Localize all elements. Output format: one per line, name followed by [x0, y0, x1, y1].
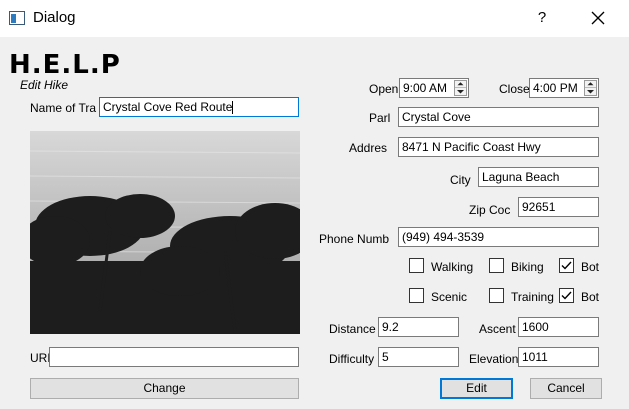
spin-up-icon[interactable]	[455, 81, 466, 88]
difficulty-label: Difficulty	[329, 352, 375, 366]
trail-name-value: Crystal Cove Red Route	[103, 100, 233, 114]
biking-checkbox[interactable]	[489, 258, 504, 273]
ascent-input[interactable]: 1600	[518, 317, 599, 337]
open-time-value: 9:00 AM	[403, 81, 448, 95]
scenic-label: Scenic	[431, 290, 468, 304]
help-button[interactable]: ?	[530, 7, 554, 29]
address-label: Addres	[349, 141, 388, 155]
both2-label: Bot	[581, 290, 600, 304]
spin-up-icon[interactable]	[585, 81, 596, 88]
trail-name-label: Name of Tra	[30, 101, 97, 115]
scenic-checkbox[interactable]	[409, 288, 424, 303]
close-time-stepper[interactable]	[584, 80, 597, 96]
training-checkbox[interactable]	[489, 288, 504, 303]
window-title: Dialog	[33, 9, 76, 26]
close-button[interactable]	[583, 5, 613, 31]
zip-label: Zip Coc	[469, 203, 511, 217]
walking-label: Walking	[431, 260, 474, 274]
training-label: Training	[511, 290, 554, 304]
elevation-input[interactable]: 1011	[518, 347, 599, 367]
biking-label: Biking	[511, 260, 544, 274]
text-caret	[232, 101, 234, 115]
park-input[interactable]: Crystal Cove	[398, 107, 599, 127]
trail-name-input[interactable]: Crystal Cove Red Route	[99, 97, 299, 117]
elevation-label: Elevation	[469, 352, 519, 366]
walking-checkbox[interactable]	[409, 258, 424, 273]
app-logo: H.E.L.P	[9, 50, 121, 80]
open-time-stepper[interactable]	[454, 80, 467, 96]
page-subtitle: Edit Hike	[20, 78, 69, 92]
close-icon	[591, 11, 605, 25]
both2-checkbox[interactable]	[559, 288, 574, 303]
open-label: Open	[369, 82, 399, 96]
both-label: Bot	[581, 260, 600, 274]
difficulty-input[interactable]: 5	[378, 347, 459, 367]
distance-label: Distance	[329, 322, 376, 336]
app-window-icon	[9, 11, 25, 25]
park-label: Parl	[369, 111, 391, 125]
ascent-label: Ascent	[479, 322, 516, 336]
url-input[interactable]	[49, 347, 299, 367]
close-time-value: 4:00 PM	[533, 81, 578, 95]
checkmark-icon	[561, 261, 572, 270]
phone-input[interactable]: (949) 494-3539	[398, 227, 599, 247]
distance-input[interactable]: 9.2	[378, 317, 459, 337]
spin-down-icon[interactable]	[585, 88, 596, 95]
edit-button[interactable]: Edit	[440, 378, 513, 399]
spin-down-icon[interactable]	[455, 88, 466, 95]
both-checkbox[interactable]	[559, 258, 574, 273]
zip-input[interactable]: 92651	[518, 197, 599, 217]
trail-photo-image	[30, 131, 300, 334]
close-time-spinbox[interactable]: 4:00 PM	[529, 78, 599, 98]
change-button[interactable]: Change	[30, 378, 299, 399]
checkmark-icon	[561, 291, 572, 300]
open-time-spinbox[interactable]: 9:00 AM	[399, 78, 469, 98]
city-label: City	[450, 173, 471, 187]
city-input[interactable]: Laguna Beach	[478, 167, 599, 187]
phone-label: Phone Numb	[319, 232, 390, 246]
close-time-label: Close	[499, 82, 530, 96]
trail-photo	[30, 131, 300, 334]
cancel-button[interactable]: Cancel	[530, 378, 602, 399]
address-input[interactable]: 8471 N Pacific Coast Hwy	[398, 137, 599, 157]
